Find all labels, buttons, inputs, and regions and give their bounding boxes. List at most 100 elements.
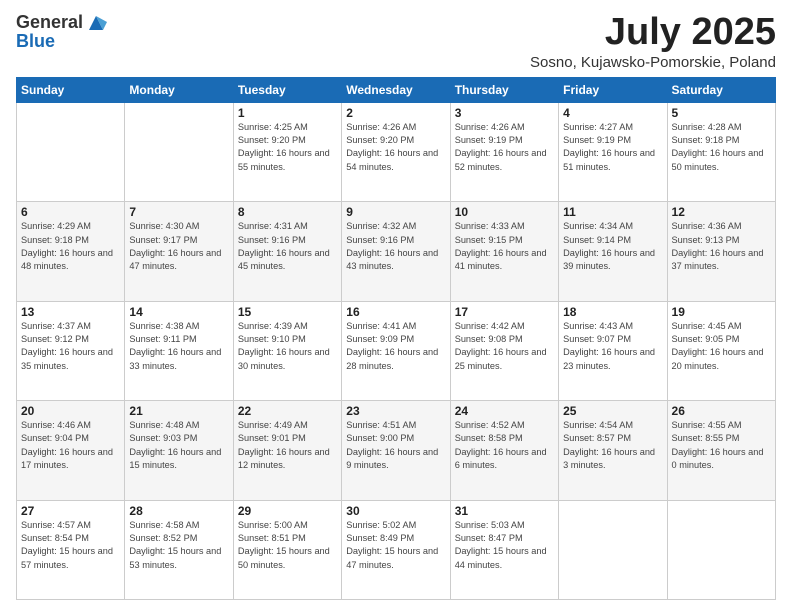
day-info: Sunrise: 4:52 AM Sunset: 8:58 PM Dayligh… xyxy=(455,419,554,472)
calendar-week-5: 27Sunrise: 4:57 AM Sunset: 8:54 PM Dayli… xyxy=(17,500,776,599)
header: General Blue July 2025 Sosno, Kujawsko-P… xyxy=(16,12,776,71)
day-info: Sunrise: 4:54 AM Sunset: 8:57 PM Dayligh… xyxy=(563,419,662,472)
day-number: 8 xyxy=(238,205,337,219)
day-number: 4 xyxy=(563,106,662,120)
day-number: 13 xyxy=(21,305,120,319)
day-number: 16 xyxy=(346,305,445,319)
day-info: Sunrise: 4:46 AM Sunset: 9:04 PM Dayligh… xyxy=(21,419,120,472)
calendar-cell: 1Sunrise: 4:25 AM Sunset: 9:20 PM Daylig… xyxy=(233,102,341,201)
calendar-cell: 26Sunrise: 4:55 AM Sunset: 8:55 PM Dayli… xyxy=(667,401,775,500)
day-number: 22 xyxy=(238,404,337,418)
calendar-header-row: Sunday Monday Tuesday Wednesday Thursday… xyxy=(17,77,776,102)
day-info: Sunrise: 4:33 AM Sunset: 9:15 PM Dayligh… xyxy=(455,220,554,273)
day-info: Sunrise: 4:57 AM Sunset: 8:54 PM Dayligh… xyxy=(21,519,120,572)
day-info: Sunrise: 4:58 AM Sunset: 8:52 PM Dayligh… xyxy=(129,519,228,572)
col-sunday: Sunday xyxy=(17,77,125,102)
logo-general: General xyxy=(16,13,83,31)
day-number: 28 xyxy=(129,504,228,518)
col-tuesday: Tuesday xyxy=(233,77,341,102)
day-info: Sunrise: 4:27 AM Sunset: 9:19 PM Dayligh… xyxy=(563,121,662,174)
calendar-cell xyxy=(667,500,775,599)
month-title: July 2025 xyxy=(530,12,776,54)
page: General Blue July 2025 Sosno, Kujawsko-P… xyxy=(0,0,792,612)
calendar-cell: 21Sunrise: 4:48 AM Sunset: 9:03 PM Dayli… xyxy=(125,401,233,500)
day-info: Sunrise: 5:02 AM Sunset: 8:49 PM Dayligh… xyxy=(346,519,445,572)
day-number: 29 xyxy=(238,504,337,518)
col-monday: Monday xyxy=(125,77,233,102)
day-info: Sunrise: 4:31 AM Sunset: 9:16 PM Dayligh… xyxy=(238,220,337,273)
day-number: 1 xyxy=(238,106,337,120)
day-number: 27 xyxy=(21,504,120,518)
day-number: 17 xyxy=(455,305,554,319)
col-saturday: Saturday xyxy=(667,77,775,102)
location-title: Sosno, Kujawsko-Pomorskie, Poland xyxy=(530,54,776,71)
calendar-cell: 24Sunrise: 4:52 AM Sunset: 8:58 PM Dayli… xyxy=(450,401,558,500)
day-info: Sunrise: 4:37 AM Sunset: 9:12 PM Dayligh… xyxy=(21,320,120,373)
day-number: 26 xyxy=(672,404,771,418)
calendar-cell: 18Sunrise: 4:43 AM Sunset: 9:07 PM Dayli… xyxy=(559,301,667,400)
calendar-cell: 12Sunrise: 4:36 AM Sunset: 9:13 PM Dayli… xyxy=(667,202,775,301)
calendar-cell: 6Sunrise: 4:29 AM Sunset: 9:18 PM Daylig… xyxy=(17,202,125,301)
col-thursday: Thursday xyxy=(450,77,558,102)
calendar-cell: 3Sunrise: 4:26 AM Sunset: 9:19 PM Daylig… xyxy=(450,102,558,201)
day-info: Sunrise: 4:39 AM Sunset: 9:10 PM Dayligh… xyxy=(238,320,337,373)
calendar-cell: 11Sunrise: 4:34 AM Sunset: 9:14 PM Dayli… xyxy=(559,202,667,301)
calendar: Sunday Monday Tuesday Wednesday Thursday… xyxy=(16,77,776,600)
calendar-cell: 17Sunrise: 4:42 AM Sunset: 9:08 PM Dayli… xyxy=(450,301,558,400)
calendar-cell xyxy=(125,102,233,201)
calendar-week-1: 1Sunrise: 4:25 AM Sunset: 9:20 PM Daylig… xyxy=(17,102,776,201)
day-number: 10 xyxy=(455,205,554,219)
calendar-cell: 2Sunrise: 4:26 AM Sunset: 9:20 PM Daylig… xyxy=(342,102,450,201)
day-info: Sunrise: 4:29 AM Sunset: 9:18 PM Dayligh… xyxy=(21,220,120,273)
day-info: Sunrise: 4:49 AM Sunset: 9:01 PM Dayligh… xyxy=(238,419,337,472)
day-info: Sunrise: 4:41 AM Sunset: 9:09 PM Dayligh… xyxy=(346,320,445,373)
day-number: 5 xyxy=(672,106,771,120)
col-friday: Friday xyxy=(559,77,667,102)
calendar-cell: 13Sunrise: 4:37 AM Sunset: 9:12 PM Dayli… xyxy=(17,301,125,400)
day-number: 14 xyxy=(129,305,228,319)
calendar-cell: 14Sunrise: 4:38 AM Sunset: 9:11 PM Dayli… xyxy=(125,301,233,400)
calendar-cell: 31Sunrise: 5:03 AM Sunset: 8:47 PM Dayli… xyxy=(450,500,558,599)
col-wednesday: Wednesday xyxy=(342,77,450,102)
day-number: 12 xyxy=(672,205,771,219)
day-number: 2 xyxy=(346,106,445,120)
calendar-cell: 8Sunrise: 4:31 AM Sunset: 9:16 PM Daylig… xyxy=(233,202,341,301)
calendar-cell: 4Sunrise: 4:27 AM Sunset: 9:19 PM Daylig… xyxy=(559,102,667,201)
day-number: 11 xyxy=(563,205,662,219)
day-number: 19 xyxy=(672,305,771,319)
calendar-cell xyxy=(559,500,667,599)
calendar-cell: 7Sunrise: 4:30 AM Sunset: 9:17 PM Daylig… xyxy=(125,202,233,301)
calendar-cell: 22Sunrise: 4:49 AM Sunset: 9:01 PM Dayli… xyxy=(233,401,341,500)
day-number: 25 xyxy=(563,404,662,418)
day-info: Sunrise: 4:26 AM Sunset: 9:19 PM Dayligh… xyxy=(455,121,554,174)
calendar-cell: 15Sunrise: 4:39 AM Sunset: 9:10 PM Dayli… xyxy=(233,301,341,400)
calendar-cell: 10Sunrise: 4:33 AM Sunset: 9:15 PM Dayli… xyxy=(450,202,558,301)
logo: General Blue xyxy=(16,12,107,50)
day-info: Sunrise: 4:30 AM Sunset: 9:17 PM Dayligh… xyxy=(129,220,228,273)
calendar-cell: 29Sunrise: 5:00 AM Sunset: 8:51 PM Dayli… xyxy=(233,500,341,599)
day-number: 23 xyxy=(346,404,445,418)
calendar-cell: 20Sunrise: 4:46 AM Sunset: 9:04 PM Dayli… xyxy=(17,401,125,500)
day-number: 24 xyxy=(455,404,554,418)
day-number: 6 xyxy=(21,205,120,219)
day-info: Sunrise: 4:43 AM Sunset: 9:07 PM Dayligh… xyxy=(563,320,662,373)
calendar-cell: 27Sunrise: 4:57 AM Sunset: 8:54 PM Dayli… xyxy=(17,500,125,599)
day-info: Sunrise: 4:34 AM Sunset: 9:14 PM Dayligh… xyxy=(563,220,662,273)
day-info: Sunrise: 5:03 AM Sunset: 8:47 PM Dayligh… xyxy=(455,519,554,572)
day-number: 30 xyxy=(346,504,445,518)
day-info: Sunrise: 4:51 AM Sunset: 9:00 PM Dayligh… xyxy=(346,419,445,472)
logo-icon xyxy=(85,12,107,32)
day-info: Sunrise: 4:25 AM Sunset: 9:20 PM Dayligh… xyxy=(238,121,337,174)
calendar-cell: 9Sunrise: 4:32 AM Sunset: 9:16 PM Daylig… xyxy=(342,202,450,301)
calendar-week-4: 20Sunrise: 4:46 AM Sunset: 9:04 PM Dayli… xyxy=(17,401,776,500)
calendar-cell: 28Sunrise: 4:58 AM Sunset: 8:52 PM Dayli… xyxy=(125,500,233,599)
day-info: Sunrise: 4:48 AM Sunset: 9:03 PM Dayligh… xyxy=(129,419,228,472)
day-number: 3 xyxy=(455,106,554,120)
calendar-cell xyxy=(17,102,125,201)
day-number: 18 xyxy=(563,305,662,319)
day-info: Sunrise: 4:36 AM Sunset: 9:13 PM Dayligh… xyxy=(672,220,771,273)
day-number: 15 xyxy=(238,305,337,319)
day-info: Sunrise: 4:45 AM Sunset: 9:05 PM Dayligh… xyxy=(672,320,771,373)
calendar-cell: 19Sunrise: 4:45 AM Sunset: 9:05 PM Dayli… xyxy=(667,301,775,400)
day-info: Sunrise: 4:28 AM Sunset: 9:18 PM Dayligh… xyxy=(672,121,771,174)
